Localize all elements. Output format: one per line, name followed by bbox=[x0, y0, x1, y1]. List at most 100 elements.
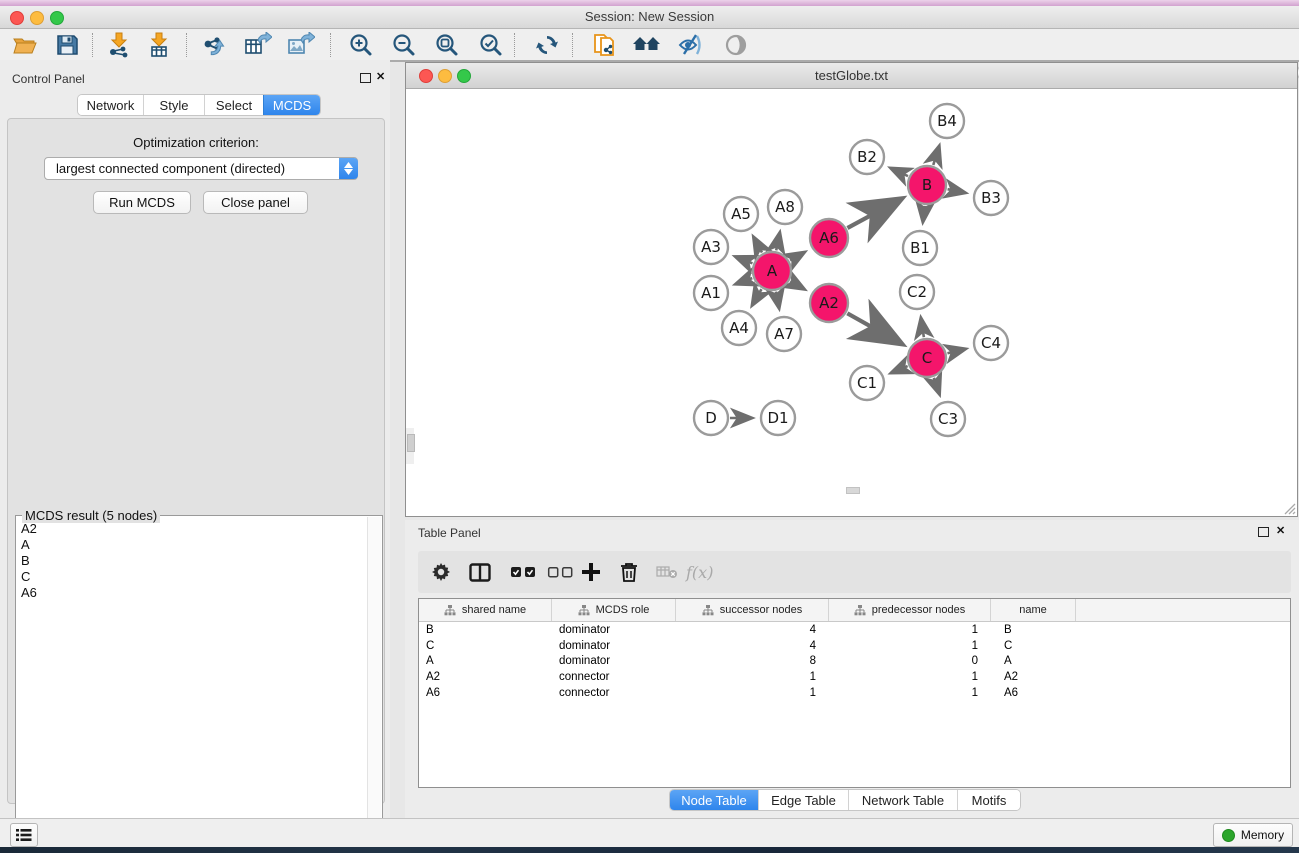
open-file-icon[interactable] bbox=[10, 31, 40, 59]
graph-node-A2[interactable]: A2 bbox=[810, 284, 848, 322]
gear-icon[interactable] bbox=[430, 557, 452, 587]
cell[interactable]: B bbox=[419, 624, 552, 636]
cell[interactable]: C bbox=[419, 640, 552, 652]
graph-node-B1[interactable]: B1 bbox=[903, 231, 937, 265]
graph-node-A5[interactable]: A5 bbox=[724, 197, 758, 231]
mcds-result-list[interactable]: A2ABCA6 bbox=[18, 521, 366, 853]
graph-edge-A-A4[interactable] bbox=[752, 289, 761, 305]
delete-table-icon[interactable] bbox=[656, 557, 678, 587]
graph-node-B3[interactable]: B3 bbox=[974, 181, 1008, 215]
cell[interactable]: 1 bbox=[829, 640, 991, 652]
graph-edge-A-A7[interactable] bbox=[776, 292, 779, 309]
float-table-panel-icon[interactable] bbox=[1258, 527, 1269, 537]
graph-edge-A-A8[interactable] bbox=[776, 232, 780, 250]
clone-network-icon[interactable] bbox=[590, 31, 620, 59]
tab-network-table[interactable]: Network Table bbox=[848, 790, 957, 810]
cell[interactable]: A2 bbox=[419, 671, 552, 683]
graph-edge-C-C3[interactable] bbox=[934, 378, 940, 395]
deselect-all-icon[interactable] bbox=[547, 557, 573, 587]
cell[interactable]: 0 bbox=[829, 655, 991, 667]
graph-node-A8[interactable]: A8 bbox=[768, 190, 802, 224]
save-session-icon[interactable] bbox=[52, 31, 82, 59]
cell[interactable]: 1 bbox=[829, 671, 991, 683]
criterion-select[interactable]: largest connected component (directed) bbox=[44, 157, 358, 180]
refresh-layout-icon[interactable] bbox=[532, 31, 562, 59]
graph-edge-C-C2[interactable] bbox=[921, 318, 924, 338]
network-canvas[interactable]: AA6A2BCA5A8A3A1A4A7B2B4B3B1C2C4C1C3DD1 bbox=[406, 89, 1297, 516]
resize-grip-icon[interactable] bbox=[1283, 502, 1296, 515]
cell[interactable]: C bbox=[991, 640, 1076, 652]
graph-node-C4[interactable]: C4 bbox=[974, 326, 1008, 360]
tab-network[interactable]: Network bbox=[78, 95, 143, 115]
delete-column-icon[interactable] bbox=[620, 557, 638, 587]
zoom-in-icon[interactable] bbox=[346, 31, 376, 59]
network-graph[interactable]: AA6A2BCA5A8A3A1A4A7B2B4B3B1C2C4C1C3DD1 bbox=[406, 89, 1297, 516]
table-row[interactable]: Bdominator41B bbox=[419, 622, 1290, 638]
select-all-icon[interactable] bbox=[510, 557, 536, 587]
graph-node-A4[interactable]: A4 bbox=[722, 311, 756, 345]
zoom-window-icon[interactable] bbox=[50, 11, 64, 25]
tab-edge-table[interactable]: Edge Table bbox=[758, 790, 848, 810]
import-table-icon[interactable] bbox=[144, 31, 174, 59]
show-hidden-icon[interactable] bbox=[721, 31, 751, 59]
table-row[interactable]: A6connector11A6 bbox=[419, 685, 1290, 701]
cell[interactable]: 1 bbox=[829, 687, 991, 699]
cell[interactable]: dominator bbox=[552, 640, 676, 652]
graph-edge-A-A6[interactable] bbox=[790, 252, 805, 260]
memory-button[interactable]: Memory bbox=[1213, 823, 1293, 847]
task-history-button[interactable] bbox=[10, 823, 38, 847]
export-network-icon[interactable] bbox=[200, 31, 230, 59]
cell[interactable]: 4 bbox=[676, 640, 829, 652]
graph-edge-A-A3[interactable] bbox=[735, 257, 752, 264]
column-header-successor-nodes[interactable]: successor nodes bbox=[676, 599, 829, 621]
graph-edge-B-B3[interactable] bbox=[948, 189, 966, 193]
tab-select[interactable]: Select bbox=[204, 95, 263, 115]
network-window-titlebar[interactable]: testGlobe.txt bbox=[406, 63, 1297, 89]
cell[interactable]: 8 bbox=[676, 655, 829, 667]
graph-edge-B-B2[interactable] bbox=[891, 168, 908, 176]
tab-style[interactable]: Style bbox=[143, 95, 204, 115]
mcds-result-item[interactable]: A6 bbox=[18, 585, 366, 601]
cell[interactable]: A bbox=[991, 655, 1076, 667]
table-row[interactable]: Adominator80A bbox=[419, 653, 1290, 669]
canvas-horizontal-scrollbar[interactable] bbox=[846, 487, 860, 494]
close-table-panel-icon[interactable]: ✕ bbox=[1276, 524, 1285, 537]
graph-node-A[interactable]: A bbox=[753, 252, 791, 290]
tab-mcds[interactable]: MCDS bbox=[263, 95, 320, 115]
function-builder-icon[interactable]: f(x) bbox=[686, 557, 713, 587]
cell[interactable]: 1 bbox=[676, 687, 829, 699]
result-scrollbar[interactable] bbox=[367, 517, 381, 853]
graph-node-D[interactable]: D bbox=[694, 401, 728, 435]
mcds-result-item[interactable]: B bbox=[18, 553, 366, 569]
minimize-window-icon[interactable] bbox=[30, 11, 44, 25]
zoom-out-icon[interactable] bbox=[389, 31, 419, 59]
cell[interactable]: dominator bbox=[552, 624, 676, 636]
close-panel-icon[interactable]: ✕ bbox=[376, 70, 385, 83]
zoom-fit-icon[interactable] bbox=[432, 31, 462, 59]
graph-node-C[interactable]: C bbox=[908, 339, 946, 377]
table-row[interactable]: Cdominator41C bbox=[419, 638, 1290, 654]
zoom-network-icon[interactable] bbox=[457, 69, 471, 83]
graph-node-B4[interactable]: B4 bbox=[930, 104, 964, 138]
graph-node-C2[interactable]: C2 bbox=[900, 275, 934, 309]
column-header-name[interactable]: name bbox=[991, 599, 1076, 621]
graph-node-B2[interactable]: B2 bbox=[850, 140, 884, 174]
column-header-shared-name[interactable]: shared name bbox=[419, 599, 552, 621]
column-header-MCDS-role[interactable]: MCDS role bbox=[552, 599, 676, 621]
cell[interactable]: A6 bbox=[991, 687, 1076, 699]
import-network-icon[interactable] bbox=[104, 31, 134, 59]
table-row[interactable]: A2connector11A2 bbox=[419, 669, 1290, 685]
graph-edge-A2-C[interactable] bbox=[847, 313, 900, 343]
cell[interactable]: 1 bbox=[829, 624, 991, 636]
cell[interactable]: B bbox=[991, 624, 1076, 636]
column-view-icon[interactable] bbox=[469, 557, 491, 587]
add-column-icon[interactable] bbox=[581, 557, 601, 587]
graph-edge-B-B1[interactable] bbox=[923, 206, 925, 222]
cell[interactable]: 1 bbox=[676, 671, 829, 683]
mcds-result-item[interactable]: A2 bbox=[18, 521, 366, 537]
graph-node-B[interactable]: B bbox=[908, 166, 946, 204]
zoom-selected-icon[interactable] bbox=[476, 31, 506, 59]
tab-node-table[interactable]: Node Table bbox=[670, 790, 758, 810]
graph-edge-C-C4[interactable] bbox=[947, 349, 965, 353]
tab-motifs[interactable]: Motifs bbox=[957, 790, 1020, 810]
